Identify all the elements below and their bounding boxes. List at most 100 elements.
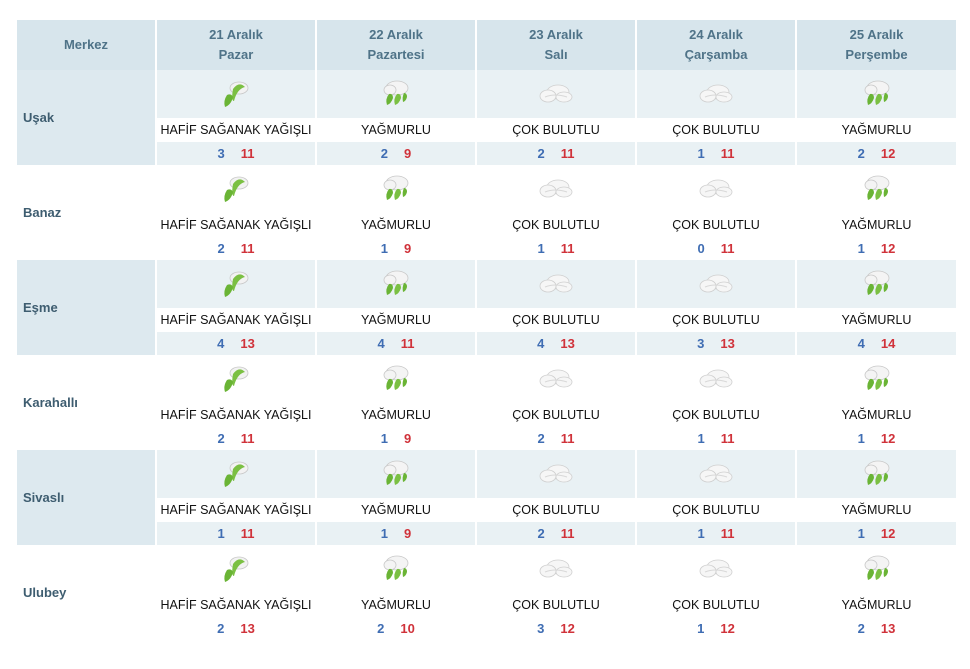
high-temperature: 11 [240, 431, 255, 446]
city-name: Eşme [17, 260, 157, 355]
rain-icon [317, 545, 475, 593]
temperature-range: 1 11 [157, 522, 315, 545]
high-temperature: 12 [880, 146, 896, 161]
condition-label: YAĞMURLU [797, 498, 956, 522]
low-temperature: 2 [380, 146, 388, 161]
temperature-range: 19 [317, 427, 475, 450]
high-temperature: 9 [404, 146, 412, 161]
high-temperature: 13 [240, 621, 255, 636]
low-temperature: 2 [537, 526, 545, 541]
cloudy-icon [637, 355, 795, 403]
condition-label: YAĞMURLU [317, 118, 475, 142]
condition-label: YAĞMURLU [317, 403, 475, 427]
temperature-range: 2 12 [797, 142, 956, 165]
temperature-range: 2 11 [477, 522, 635, 545]
low-temperature: 2 [217, 241, 225, 256]
condition-label: ÇOK BULUTLU [477, 498, 635, 522]
temperature-range: 19 [317, 522, 475, 545]
temperature-range: 2 11 [157, 427, 315, 450]
temperature-range: 1 11 [637, 142, 795, 165]
temperature-range: 3 11 [157, 142, 315, 165]
forecast-cell: HAFİF SAĞANAK YAĞIŞLI 2 11 [157, 355, 317, 450]
table-body: Uşak HAFİF SAĞANAK YAĞIŞLI 3 11 YAĞMURLU 2 9 ÇO… [17, 70, 956, 640]
forecast-cell: ÇOK BULUTLU 3 13 [637, 260, 797, 355]
high-temperature: 9 [404, 526, 412, 541]
forecast-cell: ÇOK BULUTLU 4 13 [477, 260, 637, 355]
high-temperature: 12 [560, 621, 575, 636]
temperature-range: 2 13 [157, 617, 315, 640]
forecast-cell: YAĞMURLU 1 12 [797, 165, 956, 260]
low-temperature: 4 [857, 336, 865, 351]
header-day-3: 23 Aralık Salı [477, 20, 637, 70]
condition-label: YAĞMURLU [317, 593, 475, 617]
cloudy-icon [477, 260, 635, 308]
forecast-cell: ÇOK BULUTLU 2 11 [477, 355, 637, 450]
header-day-5: 25 Aralık Perşembe [797, 20, 956, 70]
high-temperature: 13 [560, 336, 575, 351]
condition-label: HAFİF SAĞANAK YAĞIŞLI [157, 118, 315, 142]
header-city-column: Merkez [17, 20, 157, 70]
temperature-range: 2 13 [797, 617, 956, 640]
forecast-cell: YAĞMURLU 1 12 [797, 355, 956, 450]
low-temperature: 3 [217, 146, 225, 161]
forecast-cell: YAĞMURLU 1 9 [317, 450, 477, 545]
low-temperature: 1 [697, 146, 705, 161]
rain-icon [317, 70, 475, 118]
high-temperature: 12 [720, 621, 735, 636]
city-column-label: Merkez [63, 37, 109, 52]
temperature-range: 29 [317, 142, 475, 165]
condition-label: ÇOK BULUTLU [637, 118, 795, 142]
city-name: Karahallı [17, 355, 157, 450]
low-temperature: 2 [537, 431, 545, 446]
cloudy-icon [477, 355, 635, 403]
condition-label: ÇOK BULUTLU [477, 118, 635, 142]
light-shower-icon [157, 355, 315, 403]
forecast-cell: ÇOK BULUTLU 1 11 [637, 355, 797, 450]
city-name: Uşak [17, 70, 157, 165]
condition-label: ÇOK BULUTLU [637, 593, 795, 617]
high-temperature: 11 [400, 336, 415, 351]
day-date: 24 Aralık [689, 27, 743, 42]
low-temperature: 1 [857, 431, 865, 446]
condition-label: HAFİF SAĞANAK YAĞIŞLI [157, 498, 315, 522]
low-temperature: 1 [857, 241, 865, 256]
city-name: Sivaslı [17, 450, 157, 545]
temperature-range: 1 12 [797, 522, 956, 545]
rain-icon [797, 450, 956, 498]
forecast-cell: YAĞMURLU 2 12 [797, 70, 956, 165]
rain-icon [797, 165, 956, 213]
low-temperature: 2 [377, 621, 385, 636]
table-row: Sivaslı HAFİF SAĞANAK YAĞIŞLI 1 11 YAĞMURLU 1… [17, 450, 956, 545]
high-temperature: 9 [404, 241, 412, 256]
high-temperature: 13 [720, 336, 735, 351]
rain-icon [317, 355, 475, 403]
temperature-range: 2 11 [477, 142, 635, 165]
table-row: Karahallı HAFİF SAĞANAK YAĞIŞLI 2 11 YAĞMURL… [17, 355, 956, 450]
forecast-cell: YAĞMURLU 2 9 [317, 70, 477, 165]
temperature-range: 19 [317, 237, 475, 260]
temperature-range: 4 13 [477, 332, 635, 355]
low-temperature: 1 [857, 526, 865, 541]
low-temperature: 1 [537, 241, 545, 256]
high-temperature: 9 [404, 431, 412, 446]
low-temperature: 2 [217, 621, 225, 636]
table-row: Banaz HAFİF SAĞANAK YAĞIŞLI 2 11 YAĞMURLU 1 9 Ç… [17, 165, 956, 260]
low-temperature: 3 [537, 621, 545, 636]
rain-icon [317, 165, 475, 213]
temperature-range: 1 12 [797, 237, 956, 260]
low-temperature: 1 [380, 241, 388, 256]
forecast-cell: YAĞMURLU 1 12 [797, 450, 956, 545]
temperature-range: 4 14 [797, 332, 956, 355]
cloudy-icon [477, 165, 635, 213]
day-date: 25 Aralık [849, 27, 904, 42]
low-temperature: 4 [377, 336, 385, 351]
forecast-cell: HAFİF SAĞANAK YAĞIŞLI 2 11 [157, 165, 317, 260]
rain-icon [317, 450, 475, 498]
condition-label: YAĞMURLU [797, 593, 956, 617]
condition-label: ÇOK BULUTLU [477, 593, 635, 617]
condition-label: ÇOK BULUTLU [637, 403, 795, 427]
day-weekday: Pazar [218, 47, 254, 62]
day-date: 21 Aralık [209, 27, 263, 42]
light-shower-icon [157, 260, 315, 308]
low-temperature: 2 [217, 431, 225, 446]
